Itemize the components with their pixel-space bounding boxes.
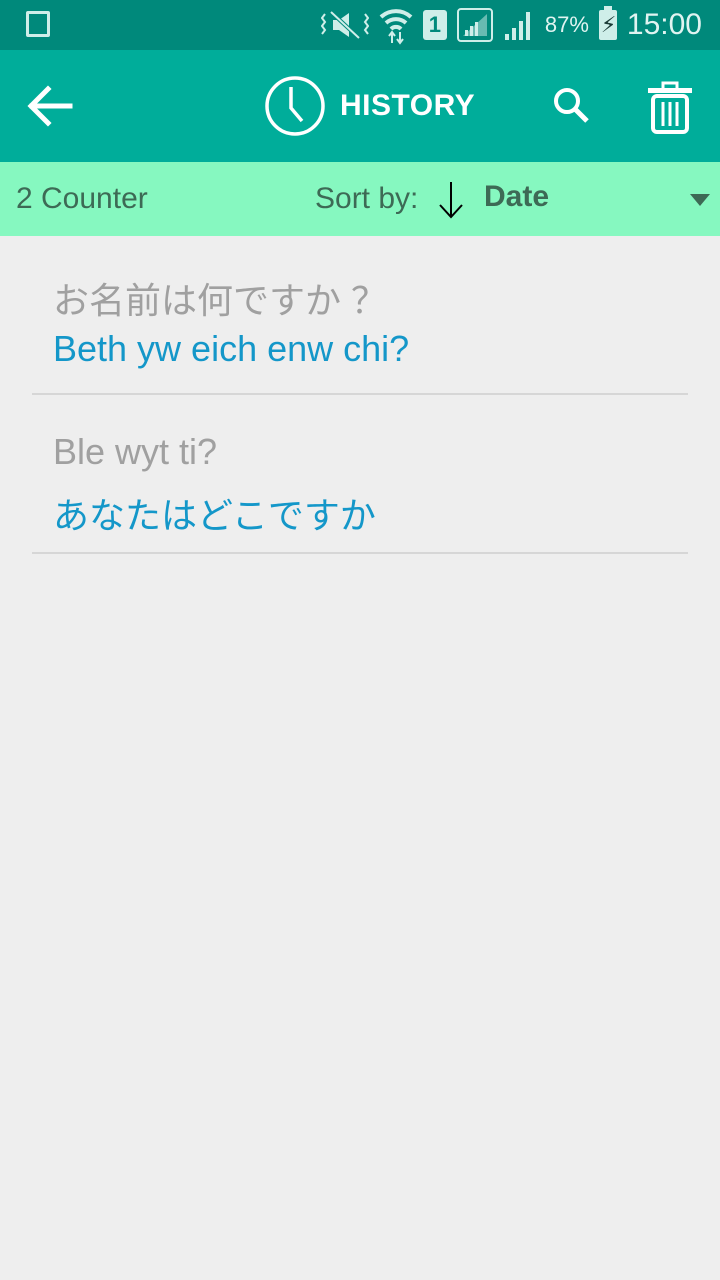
- sort-bar: 2 Counter Sort by: Date: [0, 162, 720, 236]
- sort-dropdown[interactable]: Date: [484, 180, 549, 214]
- translation-text: あなたはどこですか: [53, 495, 376, 536]
- signal-icon: [456, 8, 493, 42]
- battery-percent: 87%: [544, 12, 589, 37]
- source-text: Ble wyt ti?: [53, 431, 218, 472]
- gallery-icon: [26, 11, 50, 37]
- page-title: HISTORY: [264, 74, 475, 138]
- source-text: お名前は何ですか ？: [53, 280, 388, 321]
- wifi-icon: [379, 9, 413, 45]
- clock-time: 15:00: [626, 8, 702, 41]
- app-bar: HISTORY: [0, 50, 720, 162]
- arrow-down-icon[interactable]: [436, 180, 466, 220]
- battery-charging-icon: ⚡: [598, 6, 617, 40]
- caret-down-icon[interactable]: [690, 194, 710, 206]
- search-icon[interactable]: [550, 84, 594, 128]
- translation-text: Beth yw eich enw chi?: [53, 328, 410, 369]
- sort-label: Sort by:: [315, 182, 419, 215]
- list-item[interactable]: お名前は何ですか ？ Beth yw eich enw chi?: [32, 236, 688, 395]
- title-text: HISTORY: [340, 89, 476, 122]
- vibrate-mute-icon: [320, 10, 369, 40]
- clock-icon: [265, 76, 325, 136]
- trash-icon[interactable]: [646, 80, 694, 134]
- list-item[interactable]: Ble wyt ti? あなたはどこですか: [32, 395, 688, 554]
- history-list: お名前は何ですか ？ Beth yw eich enw chi? Ble wyt…: [0, 236, 720, 554]
- history-counter: 2 Counter: [16, 182, 148, 215]
- signal-icon: [504, 12, 530, 40]
- status-bar: 1 87% ⚡ 15:00: [0, 0, 720, 50]
- arrow-left-icon[interactable]: [26, 84, 74, 128]
- sim-icon: 1: [422, 10, 447, 40]
